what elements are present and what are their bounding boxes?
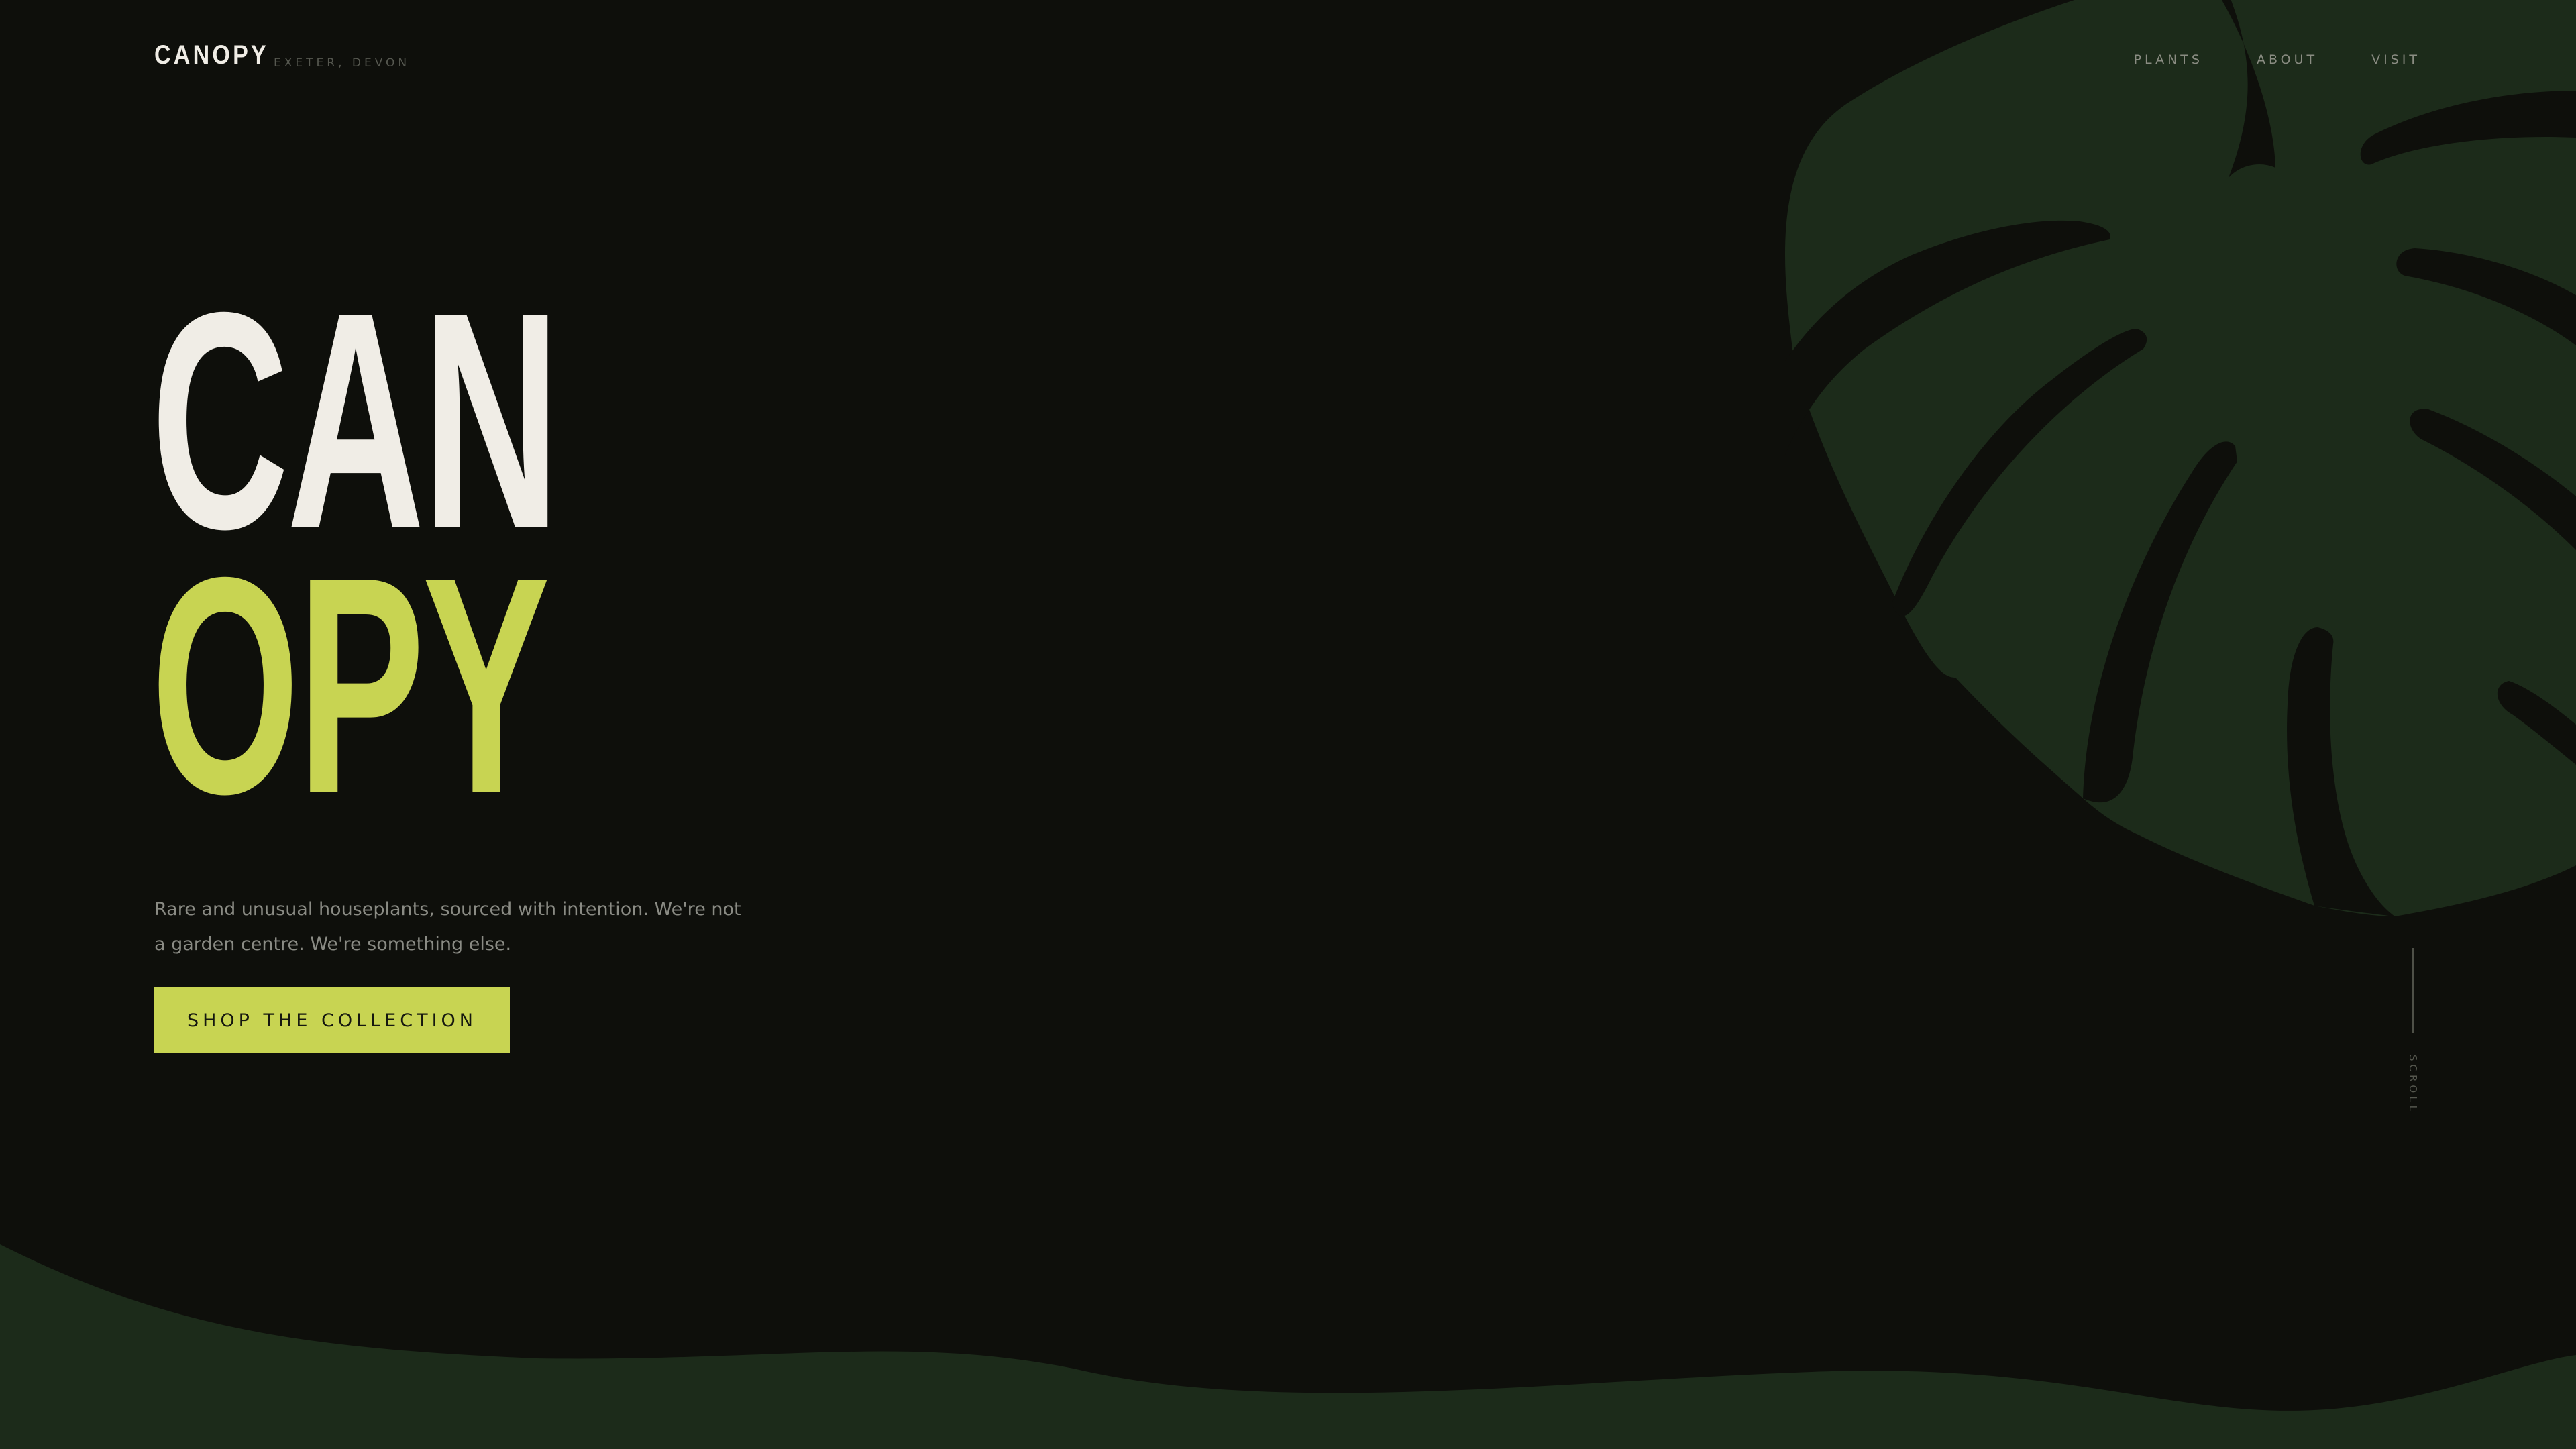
location-label: EXETER, DEVON <box>274 56 411 70</box>
nav-link-visit[interactable]: VISIT <box>2371 52 2420 67</box>
hero-tagline: Rare and unusual houseplants, sourced wi… <box>154 899 741 955</box>
scroll-line <box>2412 948 2414 1033</box>
nav-link-plants[interactable]: PLANTS <box>2134 52 2203 67</box>
nav-link-about[interactable]: ABOUT <box>2257 52 2318 67</box>
main-nav: PLANTS ABOUT VISIT <box>2134 52 2420 67</box>
bottom-wave <box>0 1244 2576 1449</box>
landing-page: CANOPY EXETER, DEVON PLANTS ABOUT VISIT … <box>0 0 2576 1449</box>
brand-logo[interactable]: CANOPY <box>154 40 269 70</box>
monstera-leaf-icon <box>1784 0 2576 916</box>
hero-title-line-2: OPY <box>151 514 550 858</box>
shop-collection-button[interactable]: SHOP THE COLLECTION <box>154 987 510 1053</box>
scroll-label: SCROLL <box>2407 1055 2419 1114</box>
